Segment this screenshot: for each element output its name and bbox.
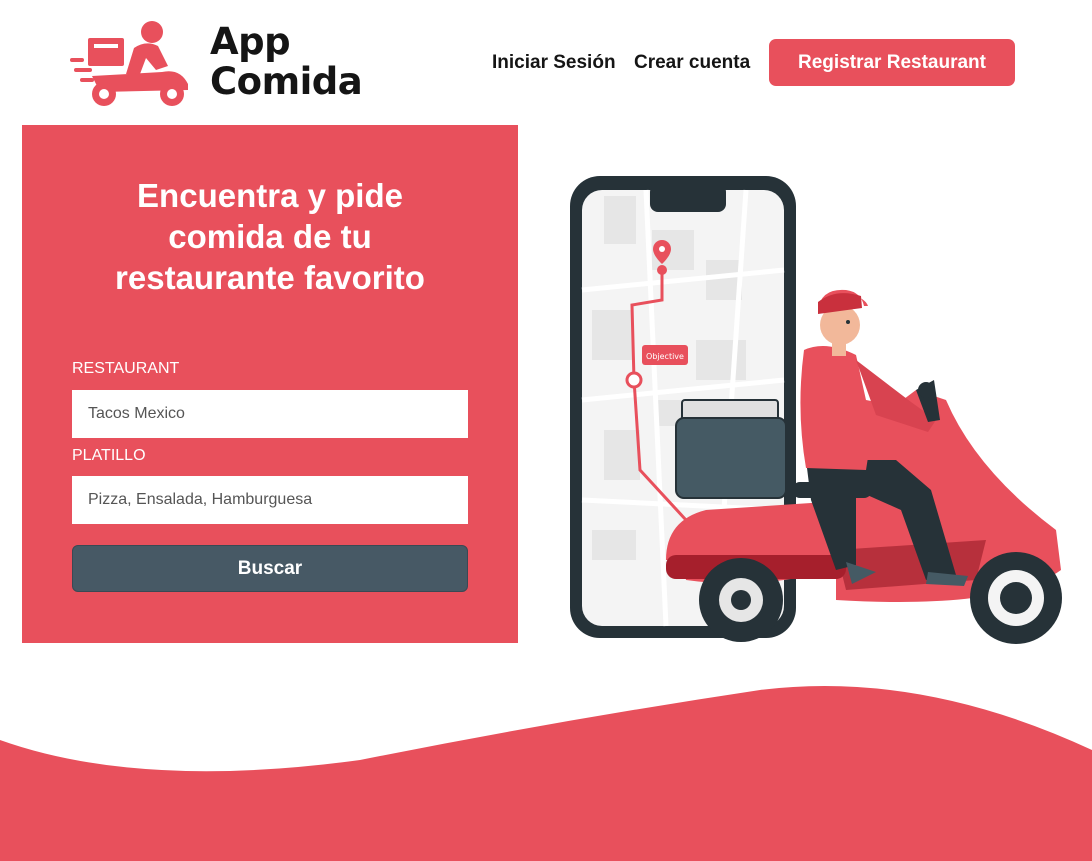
search-button[interactable]: Buscar xyxy=(72,545,468,592)
delivery-scooter-icon xyxy=(70,21,188,106)
delivery-rider-illustration: Objective xyxy=(570,176,1062,644)
restaurant-label: RESTAURANT xyxy=(72,360,180,377)
register-restaurant-button[interactable]: Registrar Restaurant xyxy=(769,39,1015,86)
search-card: Encuentra y pide comida de tu restaurant… xyxy=(22,125,518,643)
hero-headline: Encuentra y pide comida de tu restaurant… xyxy=(115,177,425,296)
signup-link[interactable]: Crear cuenta xyxy=(634,52,750,74)
brand-name-line1: App xyxy=(210,20,291,63)
brand-name-line2: Comida xyxy=(210,60,363,103)
brand-logo[interactable]: App Comida xyxy=(70,18,380,110)
restaurant-input[interactable] xyxy=(72,390,468,438)
dish-label: PLATILLO xyxy=(72,447,146,464)
dish-input[interactable] xyxy=(72,476,468,524)
login-link[interactable]: Iniciar Sesión xyxy=(492,52,616,74)
map-tag-label: Objective xyxy=(646,352,684,361)
footer-wave xyxy=(0,686,1092,861)
